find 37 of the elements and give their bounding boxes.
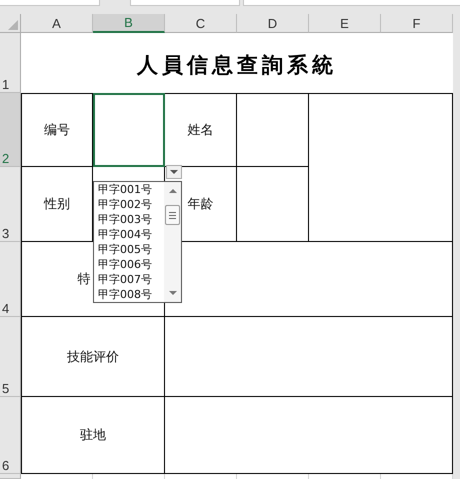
row-header[interactable]: 3 (0, 167, 21, 242)
table-cell: 编号 (21, 93, 93, 167)
scroll-down-icon[interactable] (168, 291, 176, 295)
caret-icon (170, 170, 178, 174)
row-header[interactable]: 4 (0, 242, 21, 317)
triangle-icon (8, 20, 18, 30)
dropdown-item[interactable]: 甲字002号 (98, 197, 164, 212)
dropdown-item[interactable]: 甲字007号 (98, 272, 164, 287)
column-header[interactable]: C (165, 14, 237, 33)
table-cell: 技能评价 (21, 317, 165, 397)
table-cell[interactable] (237, 167, 309, 242)
input-field[interactable] (130, 0, 240, 6)
table-cell[interactable] (237, 93, 309, 167)
dropdown-item[interactable]: 甲字001号 (98, 182, 164, 197)
scroll-up-icon[interactable] (168, 189, 176, 193)
dropdown-item[interactable]: 甲字003号 (98, 212, 164, 227)
sheet-title: 人員信息查詢系統 (136, 51, 338, 79)
dropdown-item[interactable]: 甲字004号 (98, 227, 164, 242)
column-header[interactable]: D (237, 14, 309, 33)
column-header[interactable]: A (21, 14, 93, 33)
row-header[interactable]: 5 (0, 317, 21, 397)
table-cell[interactable] (93, 93, 165, 167)
table-cell: 驻地 (21, 397, 165, 474)
dropdown-item[interactable]: 甲字008号 (98, 287, 164, 302)
scroll-thumb[interactable] (165, 205, 180, 225)
row-header[interactable]: 6 (0, 397, 21, 474)
column-header[interactable]: B (93, 14, 165, 33)
input-field[interactable] (0, 0, 100, 6)
row-header[interactable]: 1 (0, 33, 21, 93)
scrollbar[interactable] (164, 182, 181, 302)
dropdown-button[interactable] (166, 165, 182, 179)
column-header[interactable]: E (309, 14, 381, 33)
dropdown-item[interactable]: 甲字006号 (98, 257, 164, 272)
column-header[interactable]: F (381, 14, 453, 33)
input-field[interactable] (243, 0, 460, 6)
dropdown-item[interactable]: 甲字005号 (98, 242, 164, 257)
row-header[interactable]: 2 (0, 93, 21, 167)
